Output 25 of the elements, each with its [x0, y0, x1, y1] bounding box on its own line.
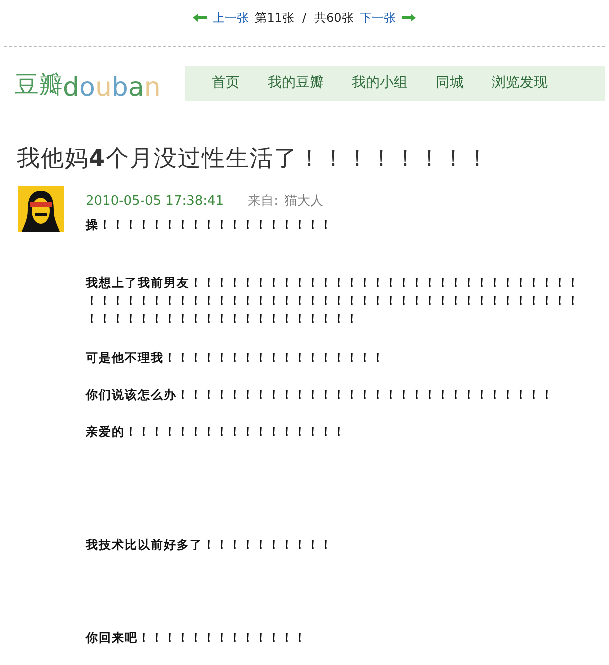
post-paragraph: 你回来吧！！！！！！！！！！！！！ [86, 630, 308, 647]
douban-logo[interactable]: 豆瓣douban [15, 65, 185, 101]
from-label: 来自: [248, 193, 278, 210]
post-paragraph: 可是他不理我！！！！！！！！！！！！！！！！！ [86, 350, 386, 367]
post-date: 2010-05-05 17:38:41 [86, 194, 224, 208]
author-link[interactable]: 猫大人 [284, 192, 324, 210]
right-arrow-icon [402, 14, 416, 22]
left-arrow-icon [193, 14, 208, 22]
post-paragraph: 操！！！！！！！！！！！！！！！！！！ [86, 217, 334, 234]
separator: / [302, 11, 307, 25]
page-number: 第11张 [255, 10, 294, 26]
post-title: 我他妈4个月没过性生活了！！！！！！！！ [17, 145, 492, 174]
post-paragraph: 你们说该怎么办！！！！！！！！！！！！！！！！！！！！！！！！！！！！！ [86, 387, 555, 404]
page-total: 共60张 [314, 10, 354, 26]
nav-link[interactable]: 首页 [212, 74, 240, 92]
next-link[interactable]: 下一张 [360, 10, 396, 26]
nav-link[interactable]: 我的小组 [352, 74, 408, 92]
post-paragraph: 我想上了我前男友！！！！！！！！！！！！！！！！！！！！！！！！！！！！！！！！！！！！！！！！！！！！！！！！！！！！！！！！！！！！！！！！！！！！！！！！！！！！！！！！！！！！！！！！！ [86, 275, 581, 328]
avatar [18, 186, 64, 232]
post-paragraph: 我技术比以前好多了！！！！！！！！！！ [86, 537, 334, 554]
nav-link[interactable]: 浏览发现 [492, 74, 548, 92]
nav-link[interactable]: 我的豆瓣 [268, 74, 324, 92]
post-paragraph: 亲爱的！！！！！！！！！！！！！！！！！ [86, 424, 347, 441]
previous-link[interactable]: 上一张 [213, 10, 250, 26]
nav-link[interactable]: 同城 [436, 74, 464, 92]
